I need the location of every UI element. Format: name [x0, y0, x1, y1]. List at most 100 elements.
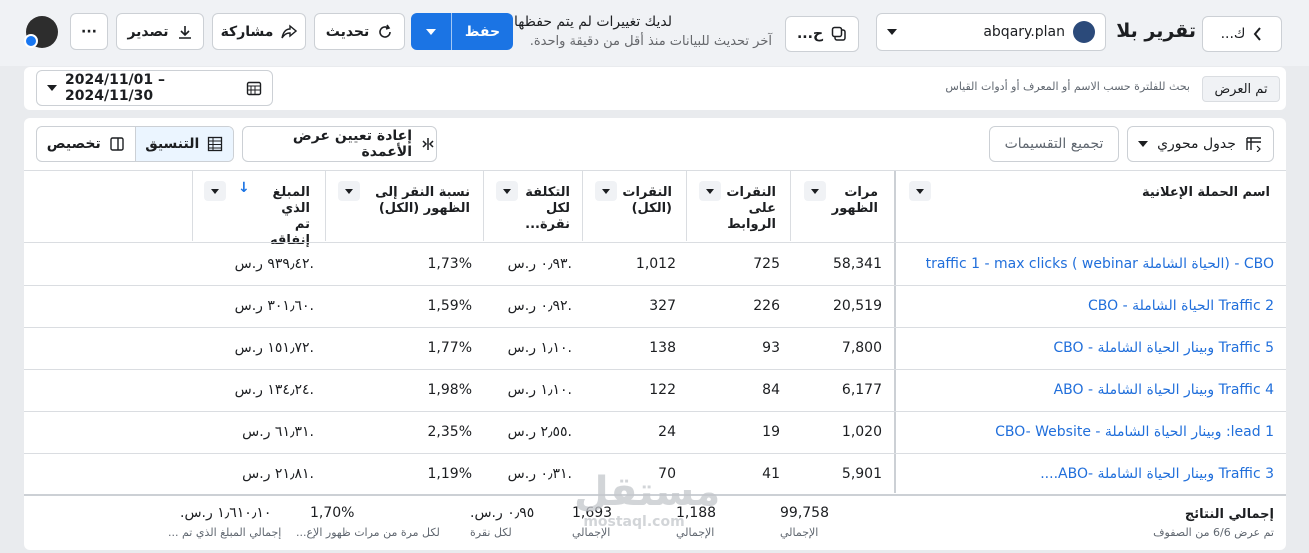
totals-spend-sub: إجمالي المبلغ الذي تم ...	[168, 526, 282, 539]
column-header-cpc[interactable]: التكلفة لكل نقرة...	[524, 185, 570, 233]
col-divider	[582, 171, 583, 241]
save-label: حفظ	[464, 23, 501, 40]
campaign-name-link[interactable]: Traffic 5 وبينار الحياة الشاملة - CBO	[900, 340, 1274, 356]
column-header-spend[interactable]: المبلغ الذي تم إنفاقه	[262, 185, 310, 249]
cell-link-clicks: 84	[762, 382, 780, 398]
cell-impressions: 5,901	[841, 466, 882, 482]
column-header-ctr[interactable]: نسبة النقر إلى الظهور (الكل)	[370, 185, 470, 217]
totals-impressions: 99,758	[780, 505, 829, 521]
format-label: التنسيق	[145, 136, 200, 152]
column-menu-button[interactable]	[804, 181, 826, 201]
share-button[interactable]: مشاركة	[212, 13, 306, 50]
account-logo-icon	[1073, 21, 1095, 43]
chevron-down-icon	[503, 188, 511, 194]
column-menu-button[interactable]	[496, 181, 518, 201]
view-badge-label: تم العرض	[1214, 81, 1268, 97]
campaign-name-link[interactable]: Traffic 4 وبينار الحياة الشاملة - ABO	[900, 382, 1274, 398]
cell-cpc: ٢٫٥٥ ر.س.	[507, 424, 572, 440]
col-divider	[686, 171, 687, 241]
cell-spend: ٢١٫٨١ ر.س.	[242, 466, 314, 482]
column-header-link-clicks[interactable]: النقرات على الروابط	[726, 185, 776, 233]
cell-impressions: 1,020	[841, 424, 882, 440]
chevron-down-icon	[47, 85, 57, 91]
export-label: تصدير	[127, 23, 169, 40]
column-menu-button[interactable]	[338, 181, 360, 201]
copy-icon	[831, 26, 847, 42]
cell-cpc: ٠٫٩٣ ر.س.	[507, 256, 572, 272]
compare-label: ح...	[796, 26, 824, 42]
account-selector[interactable]: abqary.plan	[876, 13, 1106, 51]
save-button[interactable]: حفظ	[452, 13, 513, 50]
chevron-down-icon	[916, 188, 924, 194]
chevron-down-icon	[345, 188, 353, 194]
date-range-label: 2024/11/01 – 2024/11/30	[65, 72, 166, 104]
customize-button[interactable]: تخصيص	[37, 127, 135, 161]
campaign-name-link[interactable]: CBO - (الحياة الشاملة webinar ) traffic …	[900, 256, 1274, 272]
chevron-left-icon	[1253, 27, 1263, 41]
save-button-group: حفظ	[411, 13, 513, 50]
campaign-name-link[interactable]: Traffic 2 الحياة الشاملة - CBO	[900, 298, 1274, 314]
back-button[interactable]: ك...	[1202, 16, 1282, 52]
cell-impressions: 7,800	[841, 340, 882, 356]
chevron-down-icon	[811, 188, 819, 194]
pivot-table-button[interactable]: جدول محوري	[1127, 126, 1274, 162]
back-label: ك...	[1220, 26, 1246, 42]
column-menu-button[interactable]	[909, 181, 931, 201]
cell-cpc: ١٫١٠ ر.س.	[507, 340, 572, 356]
column-menu-button[interactable]	[595, 181, 617, 201]
cell-cpc: ٠٫٩٢ ر.س.	[507, 298, 572, 314]
cell-clicks: 327	[649, 298, 676, 314]
pivot-icon	[1245, 136, 1263, 152]
column-menu-button[interactable]	[699, 181, 721, 201]
save-options-button[interactable]	[411, 13, 451, 50]
unsaved-subtitle: آخر تحديث للبيانات منذ أقل من دقيقة واحد…	[529, 34, 772, 49]
chevron-down-icon	[887, 29, 897, 35]
column-header-clicks[interactable]: النقرات (الكل)	[620, 185, 672, 217]
date-range-picker[interactable]: 2024/11/01 – 2024/11/30	[36, 70, 273, 106]
more-button[interactable]: ···	[70, 13, 108, 50]
view-badge[interactable]: تم العرض	[1202, 76, 1280, 102]
avatar[interactable]	[24, 16, 58, 48]
cell-cpc: ٠٫٣١ ر.س.	[507, 466, 572, 482]
cell-ctr: 1,73%	[427, 256, 472, 272]
download-icon	[177, 24, 193, 40]
share-icon	[281, 24, 298, 40]
watermark-text: مستقل	[574, 469, 721, 515]
cell-link-clicks: 226	[753, 298, 780, 314]
export-button[interactable]: تصدير	[116, 13, 204, 50]
campaign-name-link[interactable]: lead 1: وبينار الحياة الشاملة - CBO- Web…	[900, 424, 1274, 440]
cell-impressions: 58,341	[833, 256, 882, 272]
totals-ctr: 1,70%	[310, 505, 355, 521]
campaign-name-link[interactable]: Traffic 3 وبينار الحياة الشاملة -ABO....	[900, 466, 1274, 482]
account-name: abqary.plan	[983, 24, 1065, 40]
cell-cpc: ١٫١٠ ر.س.	[507, 382, 572, 398]
chevron-down-icon	[426, 28, 436, 35]
cell-ctr: 1,77%	[427, 340, 472, 356]
cell-link-clicks: 93	[762, 340, 780, 356]
group-label: تجميع التقسيمات	[1004, 136, 1104, 152]
totals-label: إجمالي النتائج	[1184, 507, 1274, 522]
search-input[interactable]: بحث للفلترة حسب الاسم أو المعرف أو أدوات…	[830, 80, 1190, 93]
cell-ctr: 1,19%	[427, 466, 472, 482]
sort-descending-icon[interactable]: ↓	[238, 180, 250, 196]
reset-columns-button[interactable]: إعادة تعيين عرض الأعمدة	[242, 126, 437, 162]
cell-spend: ٦١٫٣١ ر.س.	[242, 424, 314, 440]
format-button[interactable]: التنسيق	[135, 127, 233, 161]
refresh-button[interactable]: تحديث	[314, 13, 405, 50]
cell-spend: ١٣٤٫٢٤ ر.س.	[234, 382, 314, 398]
reset-columns-label: إعادة تعيين عرض الأعمدة	[292, 128, 412, 160]
column-menu-button[interactable]	[204, 181, 226, 201]
cell-impressions: 20,519	[833, 298, 882, 314]
chevron-down-icon	[602, 188, 610, 194]
totals-cpc-sub: لكل نقرة	[470, 526, 512, 539]
compare-button[interactable]: ح...	[785, 16, 859, 52]
column-header-name[interactable]: اسم الحملة الإعلانية	[950, 185, 1270, 201]
chevron-down-icon	[1138, 141, 1148, 147]
cell-spend: ٣٠١٫٦٠ ر.س.	[234, 298, 314, 314]
chevron-down-icon	[211, 188, 219, 194]
column-header-impressions[interactable]: مرات الظهور	[826, 185, 878, 217]
totals-cpc: ٠٫٩٥ ر.س.	[470, 505, 535, 521]
watermark: مستقل mostaql.com	[574, 469, 721, 530]
totals-ctr-sub: لكل مرة من مرات ظهور الإع...	[296, 526, 440, 539]
save-divider	[451, 13, 452, 50]
